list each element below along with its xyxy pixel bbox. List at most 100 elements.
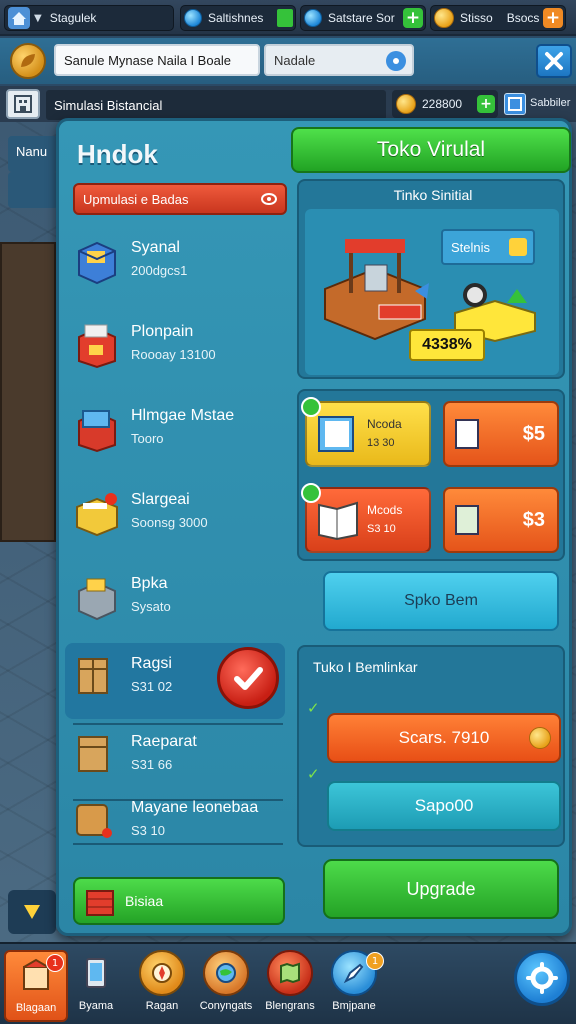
- add-resource-2-button[interactable]: +: [403, 8, 423, 28]
- category-tab[interactable]: Upmulasi e Badas: [73, 183, 287, 215]
- currency-display[interactable]: 228800 +: [392, 90, 498, 118]
- nav-item-ragan[interactable]: Ragan: [130, 950, 194, 1022]
- filter-field[interactable]: Nadale: [264, 44, 414, 76]
- receipt-icon: [455, 419, 479, 449]
- papers-icon: [318, 416, 354, 452]
- check-icon: ✓: [307, 765, 320, 783]
- nav-badge: 1: [366, 952, 384, 970]
- resource-4-label: Bsocs: [506, 11, 540, 25]
- currency-value: 228800: [422, 97, 463, 111]
- world-tab: Nanu: [8, 136, 58, 172]
- chart-icon[interactable]: [504, 93, 526, 115]
- leaf-coin-icon[interactable]: [10, 43, 46, 79]
- stack-icon: [83, 885, 117, 922]
- gear-icon: [526, 962, 558, 994]
- player-tag[interactable]: ▼ Stagulek: [4, 5, 174, 31]
- item-name: Syanal: [131, 239, 180, 256]
- inventory-item[interactable]: Mayane leonebaa S3 10: [65, 787, 285, 863]
- crate-icon: [73, 731, 121, 779]
- add-coins-button[interactable]: +: [543, 8, 563, 28]
- eye-icon[interactable]: [261, 192, 277, 209]
- offer-price-button-1[interactable]: $5: [443, 401, 559, 467]
- building-icon[interactable]: [6, 89, 40, 119]
- item-name: Raeparat: [131, 733, 197, 750]
- settings-button[interactable]: [514, 950, 570, 1006]
- tag-icon: [509, 238, 527, 256]
- home-icon: [8, 7, 30, 29]
- coin-icon: [434, 8, 454, 28]
- virtual-store-button[interactable]: Toko Virulal: [291, 127, 571, 173]
- offer-card-2[interactable]: Mcods S3 10: [301, 483, 431, 553]
- item-name: Hlmgae Mstae: [131, 407, 235, 424]
- resource-1-fill: [277, 9, 293, 27]
- shop-illustration: Stelnis 4338%: [305, 209, 559, 375]
- inventory-item[interactable]: Plonpain Roooay 13100: [65, 311, 285, 387]
- inventory-item[interactable]: Bpka Sysato: [65, 563, 285, 639]
- crate-icon: [73, 653, 121, 701]
- item-sub: 200dgcs1: [131, 263, 188, 278]
- inventory-title: Hndok: [77, 139, 158, 169]
- search-input-value: Sanule Mynase Naila I Boale: [64, 52, 231, 68]
- item-sub: S31 66: [131, 757, 173, 772]
- nav-item-blagaan[interactable]: Blagaan 1: [4, 950, 68, 1022]
- player-name: Stagulek: [49, 11, 97, 25]
- bottom-navigation: Blagaan 1 Byama Ragan Conyngats Blengran…: [0, 942, 576, 1024]
- nav-label: Bmjpane: [332, 1000, 376, 1012]
- box-red-icon: [73, 321, 121, 369]
- resource-coins[interactable]: Stisso Bsocs +: [430, 5, 566, 31]
- offer-name: Mcods: [367, 503, 403, 517]
- item-name: Ragsi: [131, 655, 172, 672]
- close-button[interactable]: [536, 44, 572, 78]
- world-play-button[interactable]: [8, 890, 56, 934]
- nav-item-blengrans[interactable]: Blengrans: [258, 950, 322, 1022]
- inventory-item[interactable]: Syanal 200dgcs1: [65, 227, 285, 303]
- add-currency-button[interactable]: +: [477, 95, 495, 113]
- offer-card-1[interactable]: Ncoda 13 30: [301, 397, 431, 467]
- nav-label: Blengrans: [265, 1000, 315, 1012]
- dropdown-caret-icon[interactable]: ▼: [34, 13, 42, 24]
- store-tag-label: Stelnis: [451, 239, 491, 255]
- offer-sub: S3 10: [367, 523, 396, 535]
- offer-sub: 13 30: [367, 437, 395, 449]
- buy-button[interactable]: Scars. 7910: [327, 713, 561, 763]
- item-name: Plonpain: [131, 323, 194, 340]
- close-icon: [545, 52, 563, 70]
- search-input[interactable]: Sanule Mynase Naila I Boale: [54, 44, 260, 76]
- item-sub: Tooro: [131, 431, 164, 446]
- offer-price-button-2[interactable]: $3: [443, 487, 559, 553]
- map-icon: [267, 950, 313, 996]
- top-resource-bar: ▼ Stagulek Saltishnes Satstare Sor + Sti…: [0, 0, 576, 36]
- secondary-button[interactable]: Sapo00: [327, 781, 561, 831]
- upgrade-button[interactable]: Upgrade: [323, 859, 559, 919]
- currency-coin-icon: [396, 94, 416, 114]
- inventory-item[interactable]: Raeparat S31 66: [65, 721, 285, 797]
- resource-2[interactable]: Satstare Sor +: [300, 5, 426, 31]
- bottom-action-button[interactable]: Bisiaa: [73, 877, 285, 925]
- inventory-item-selected[interactable]: Ragsi S31 02: [65, 643, 285, 719]
- nav-item-byama[interactable]: Byama: [64, 950, 128, 1022]
- store-tag[interactable]: Stelnis: [441, 229, 535, 265]
- shop-card: Tinko Sinitial Stelnis 4338%: [297, 179, 565, 379]
- offer-price: $5: [522, 422, 545, 445]
- item-sub: S3 10: [131, 823, 165, 838]
- resource-1[interactable]: Saltishnes: [180, 5, 296, 31]
- nav-item-bmjpane[interactable]: Bmjpane 1: [322, 950, 386, 1022]
- split-button[interactable]: Spko Bem: [323, 571, 559, 631]
- search-bar-row: Sanule Mynase Naila I Boale Nadale: [0, 38, 576, 84]
- location-pin-icon[interactable]: [386, 51, 406, 71]
- compass-icon: [139, 950, 185, 996]
- discount-percent: 4338%: [409, 329, 485, 361]
- resource-2-label: Satstare Sor: [328, 11, 395, 25]
- nav-item-conyngats[interactable]: Conyngats: [194, 950, 258, 1022]
- inventory-item[interactable]: Hlmgae Mstae Tooro: [65, 395, 285, 471]
- box-screen-icon: [73, 405, 121, 453]
- simulation-title: Simulasi Bistancial: [46, 90, 386, 120]
- item-sub: Sysato: [131, 599, 171, 614]
- shelf-left: [0, 242, 56, 542]
- filter-field-value: Nadale: [274, 52, 316, 68]
- inventory-item[interactable]: Slargeai Soonsg 3000: [65, 479, 285, 555]
- right-label: Sabbiler: [530, 97, 571, 109]
- nav-label: Blagaan: [15, 1002, 57, 1014]
- selected-check-icon[interactable]: [217, 647, 279, 709]
- offers-section: Ncoda 13 30 $5 Mcods S3 10 $3: [297, 389, 565, 561]
